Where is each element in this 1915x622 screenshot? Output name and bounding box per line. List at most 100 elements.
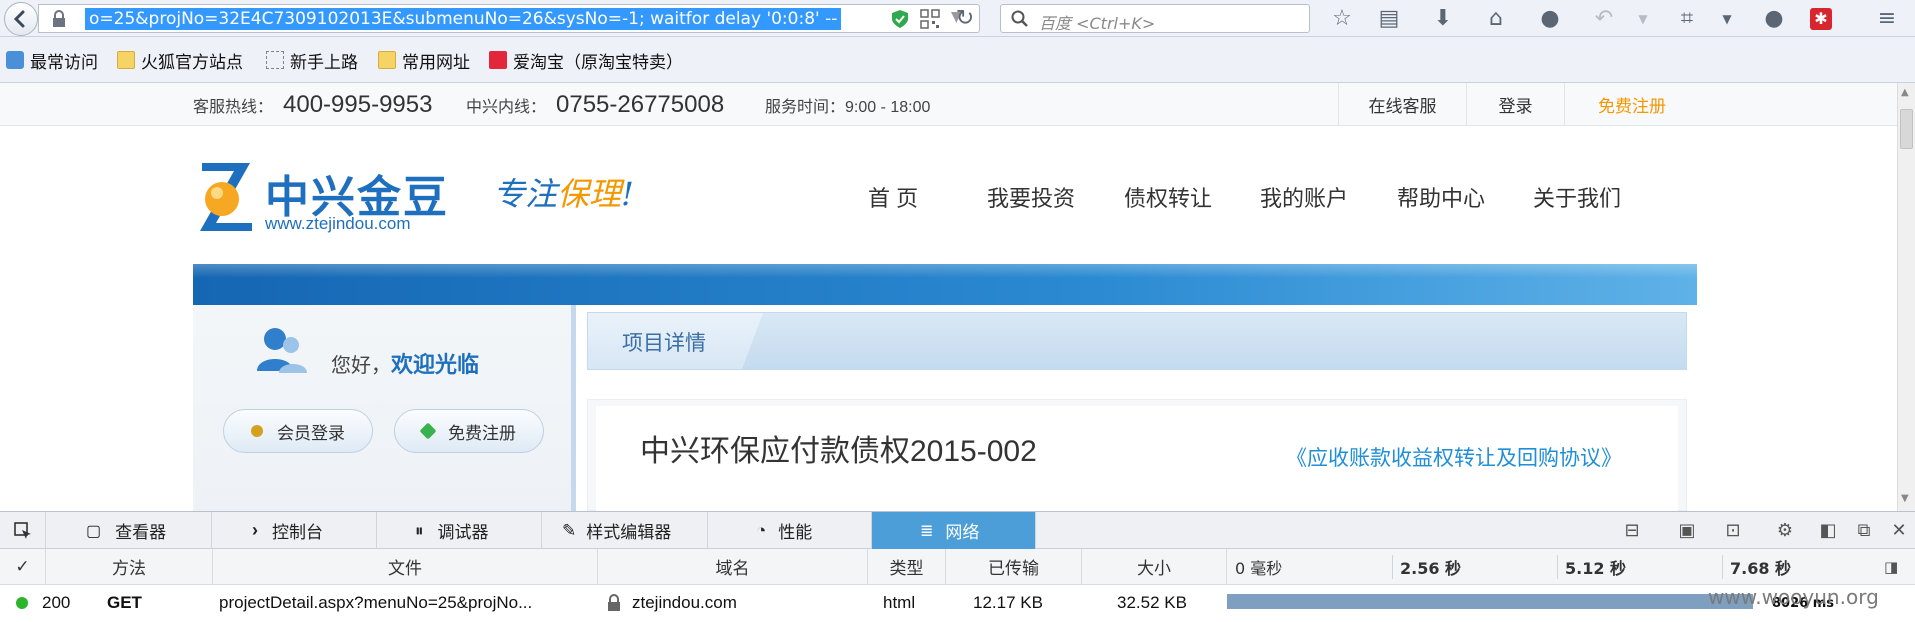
- register-link[interactable]: 免费注册: [1564, 83, 1699, 126]
- element-picker-button[interactable]: [0, 512, 46, 549]
- tab-network[interactable]: ≣ 网络: [872, 512, 1036, 549]
- toggle-sidebar-icon[interactable]: ◨: [1884, 558, 1898, 576]
- home-icon[interactable]: ⌂: [1481, 4, 1511, 33]
- bookmark-label: 爱淘宝（原淘宝特卖）: [513, 52, 683, 72]
- timeline-tick: 2.56 秒: [1400, 558, 1462, 578]
- section-title: 项目详情: [622, 332, 706, 355]
- bookmarks-bar: 最常访问 火狐官方站点 新手上路 常用网址 爱淘宝（原淘宝特卖）: [0, 37, 1915, 83]
- col-size[interactable]: 大小: [1082, 549, 1227, 584]
- online-service-link[interactable]: 在线客服: [1338, 83, 1466, 126]
- tab-performance[interactable]: ◔ 性能: [708, 512, 872, 549]
- user-avatar-icon: [257, 328, 307, 373]
- shield-check-icon[interactable]: [890, 9, 910, 29]
- chat-bubble-icon[interactable]: ●: [1535, 4, 1565, 33]
- hotline-number: 400-995-9953: [283, 90, 433, 118]
- back-button[interactable]: [4, 2, 38, 36]
- network-request-row[interactable]: 200 GET projectDetail.aspx?menuNo=25&pro…: [0, 585, 1915, 622]
- addon-red-icon[interactable]: ✱: [1806, 4, 1836, 33]
- bookmark-common-sites[interactable]: 常用网址: [378, 37, 470, 83]
- nav-home[interactable]: 首 页: [868, 181, 918, 213]
- back-arrow-icon: [13, 10, 25, 28]
- nav-my-account[interactable]: 我的账户: [1260, 181, 1348, 213]
- free-register-button[interactable]: 免费注册: [394, 409, 544, 453]
- col-file[interactable]: 文件: [213, 549, 598, 584]
- crop-screenshot-icon[interactable]: ⌗: [1672, 4, 1702, 33]
- scroll-up-icon[interactable]: ▲: [1901, 87, 1909, 98]
- logo-mark[interactable]: [198, 161, 254, 233]
- service-hours: 服务时间：9:00 - 18:00: [765, 98, 931, 116]
- welcome-highlight: 欢迎光临: [391, 352, 480, 377]
- search-icon: [1011, 10, 1028, 27]
- undock-window-icon[interactable]: ⧉: [1849, 512, 1879, 549]
- undo-dropdown-icon[interactable]: ▼: [1628, 4, 1658, 33]
- pencil-icon: [419, 422, 437, 440]
- col-method[interactable]: 方法: [46, 549, 213, 584]
- menu-icon[interactable]: ≡: [1872, 4, 1902, 33]
- undo-icon[interactable]: ↶: [1589, 4, 1619, 33]
- dock-side-icon[interactable]: ◧: [1813, 512, 1843, 549]
- url-bar[interactable]: o=25&projNo=32E4C7309102013E&submenuNo=2…: [38, 4, 980, 33]
- nav-about-us[interactable]: 关于我们: [1533, 181, 1621, 213]
- col-check[interactable]: ✓: [0, 549, 46, 584]
- tab-label: 网络: [945, 523, 980, 542]
- bookmark-label: 常用网址: [402, 52, 470, 72]
- tab-console[interactable]: › 控制台: [212, 512, 377, 549]
- detail-header: 项目详情: [587, 312, 1687, 370]
- bookmark-label: 新手上路: [290, 52, 358, 72]
- slogan-part-a: 专注: [493, 175, 558, 213]
- bookmark-label: 最常访问: [30, 52, 98, 72]
- request-method: GET: [107, 593, 142, 612]
- request-size: 32.52 KB: [1117, 593, 1187, 612]
- bookmark-label: 火狐官方站点: [141, 52, 243, 72]
- timeline-tick: 5.12 秒: [1565, 558, 1627, 578]
- tab-label: 查看器: [115, 523, 167, 542]
- qr-code-icon[interactable]: [920, 9, 940, 29]
- url-text[interactable]: o=25&projNo=32E4C7309102013E&submenuNo=2…: [85, 8, 842, 30]
- tab-inspector[interactable]: ▢ 查看器: [46, 512, 212, 549]
- member-login-button[interactable]: 会员登录: [223, 409, 373, 453]
- search-bar[interactable]: 百度 <Ctrl+K>: [1000, 4, 1310, 33]
- reading-list-icon[interactable]: ▤: [1374, 4, 1404, 33]
- close-icon[interactable]: ✕: [1884, 512, 1914, 549]
- slogan-part-c: !: [621, 175, 634, 213]
- request-domain: ztejindou.com: [632, 593, 737, 612]
- col-type[interactable]: 类型: [868, 549, 946, 584]
- nav-debt-transfer[interactable]: 债权转让: [1124, 181, 1212, 213]
- bookmark-star-icon[interactable]: ☆: [1327, 4, 1357, 33]
- message-icon[interactable]: ●: [1759, 4, 1789, 33]
- request-status: 200: [42, 593, 71, 612]
- vertical-scrollbar[interactable]: ▲ ▼: [1897, 83, 1915, 511]
- slogan-part-b: 保理: [557, 175, 622, 213]
- settings-gear-icon[interactable]: ⚙: [1770, 512, 1800, 549]
- reload-icon[interactable]: ↻: [950, 4, 980, 33]
- nav-help-center[interactable]: 帮助中心: [1397, 181, 1485, 213]
- nav-invest[interactable]: 我要投资: [987, 181, 1075, 213]
- bookmark-getting-started[interactable]: 新手上路: [266, 37, 358, 83]
- download-icon[interactable]: ⬇: [1428, 4, 1458, 33]
- col-transferred[interactable]: 已传输: [946, 549, 1082, 584]
- browser-toolbar: o=25&projNo=32E4C7309102013E&submenuNo=2…: [0, 0, 1915, 37]
- bookmark-taobao[interactable]: 爱淘宝（原淘宝特卖）: [489, 37, 683, 83]
- tick-divider: [1722, 555, 1723, 579]
- scroll-thumb[interactable]: [1900, 109, 1913, 149]
- screenshot-icon[interactable]: ⊡: [1718, 512, 1748, 549]
- lock-icon: [608, 594, 620, 611]
- zte-line-number: 0755-26775008: [556, 90, 725, 118]
- login-link[interactable]: 登录: [1466, 83, 1564, 126]
- timing-track: [1227, 594, 1787, 609]
- bookmark-most-visited[interactable]: 最常访问: [6, 37, 98, 83]
- welcome-text: 您好，欢迎光临: [331, 347, 479, 379]
- col-domain[interactable]: 域名: [598, 549, 868, 584]
- tab-style-editor[interactable]: ✎ 样式编辑器: [542, 512, 708, 549]
- scroll-down-icon[interactable]: ▼: [1901, 493, 1909, 504]
- inspector-icon: ▢: [86, 522, 102, 540]
- bookmark-firefox-site[interactable]: 火狐官方站点: [117, 37, 243, 83]
- responsive-mode-icon[interactable]: ▣: [1672, 512, 1702, 549]
- crop-dropdown-icon[interactable]: ▼: [1712, 4, 1742, 33]
- search-placeholder: 百度 <Ctrl+K>: [1039, 14, 1156, 33]
- tab-debugger[interactable]: ⏸ 调试器: [377, 512, 542, 549]
- hotline-label: 客服热线：: [193, 98, 274, 116]
- timeline-tick: 0 毫秒: [1235, 558, 1283, 578]
- split-console-icon[interactable]: ⊟: [1617, 512, 1647, 549]
- agreement-link[interactable]: 《应收账款收益权转让及回购协议》: [1286, 442, 1622, 472]
